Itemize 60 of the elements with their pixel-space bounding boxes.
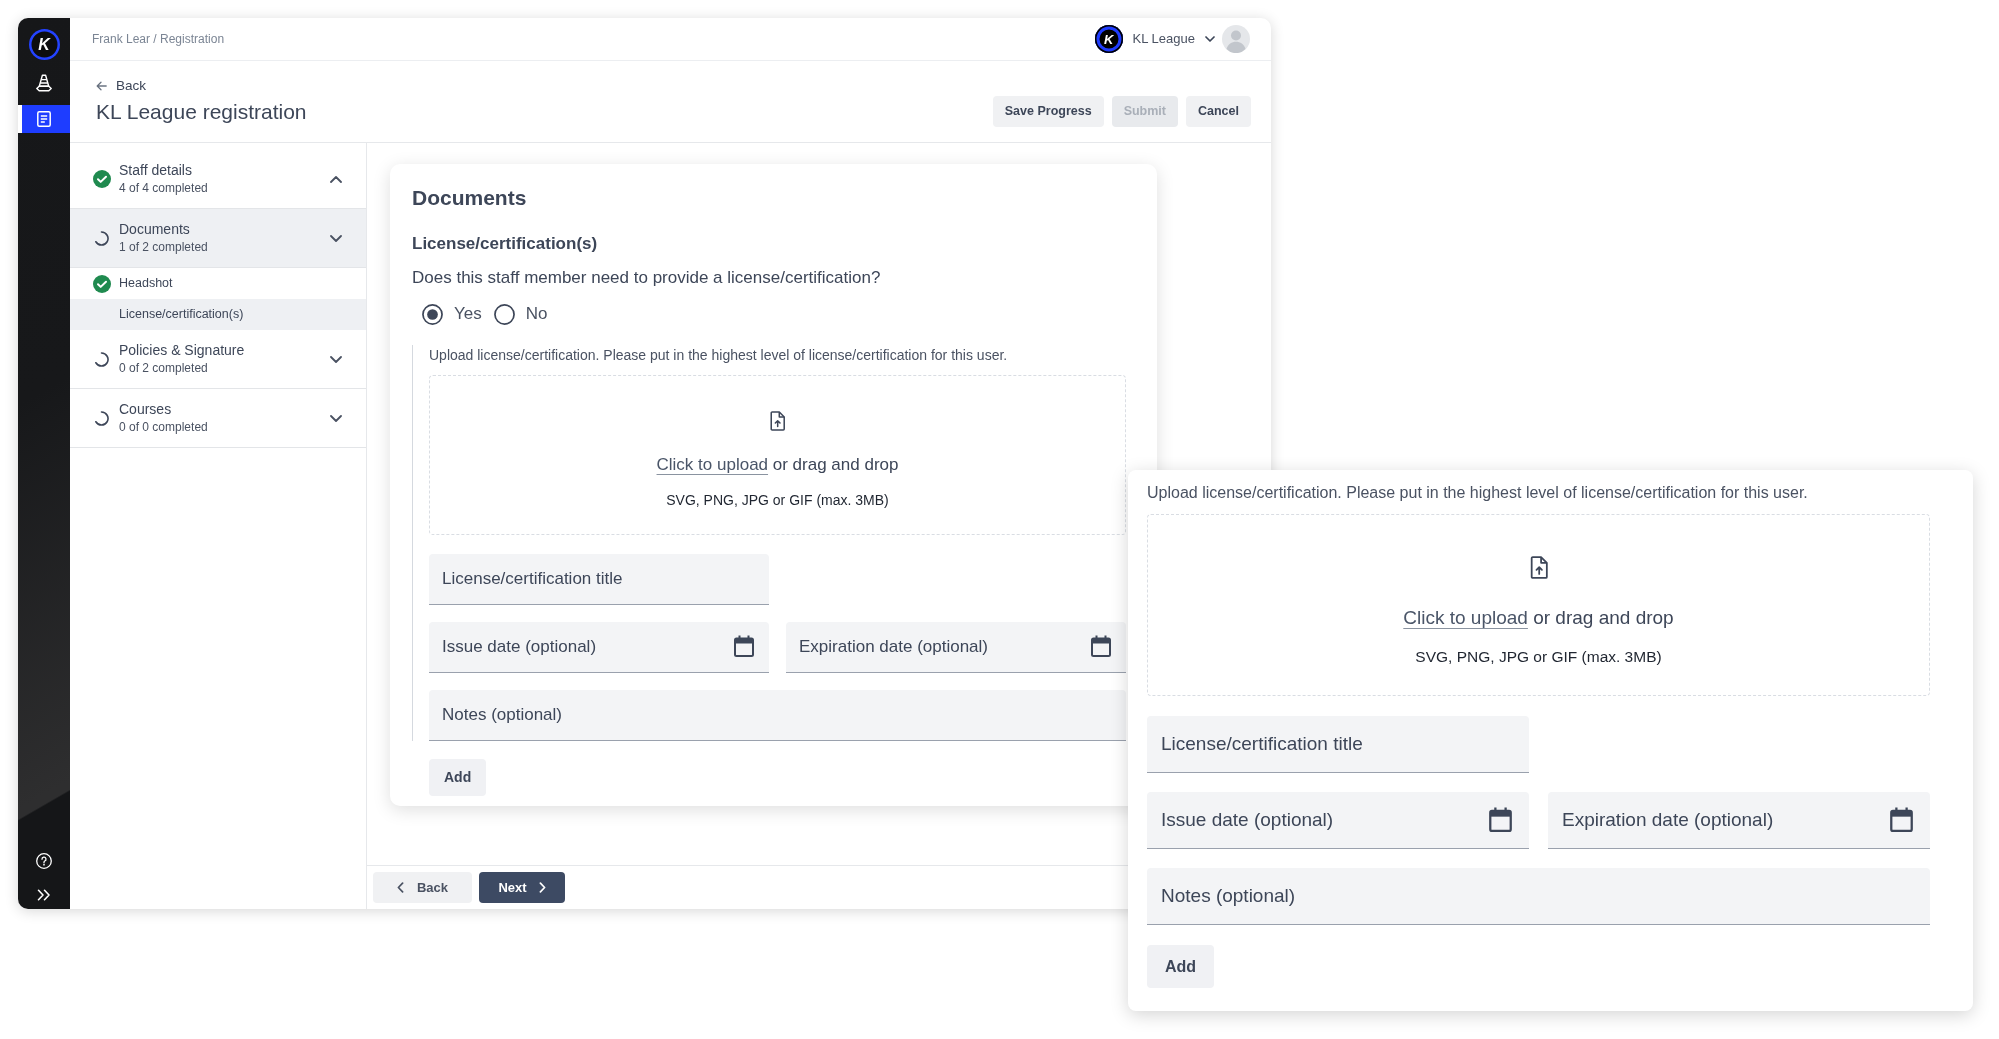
- action-button[interactable]: Cancel: [1186, 96, 1251, 127]
- breadcrumb: Frank Lear / Registration: [92, 31, 225, 48]
- file-upload-icon: [769, 411, 786, 431]
- calendar-icon[interactable]: [1090, 635, 1112, 657]
- back-link[interactable]: Back: [96, 77, 146, 95]
- radio-option[interactable]: Yes: [422, 302, 482, 326]
- upload-prompt: Click to upload or drag and drop: [1403, 606, 1674, 630]
- date-field[interactable]: Issue date (optional): [429, 622, 769, 673]
- caret-icon: [1205, 36, 1215, 42]
- notes-field[interactable]: Notes (optional): [429, 690, 1126, 741]
- chevron-right-icon: [538, 882, 546, 893]
- cone-icon: [36, 74, 52, 92]
- date-field[interactable]: Expiration date (optional): [786, 622, 1126, 673]
- rail-item[interactable]: [18, 105, 70, 133]
- back-button[interactable]: Back: [373, 872, 472, 903]
- page-title: KL League registration: [96, 99, 307, 125]
- section-title: License/certification(s): [412, 233, 598, 255]
- help-icon[interactable]: [36, 853, 52, 869]
- step-item[interactable]: Documents 1 of 2 completed: [70, 209, 366, 268]
- step-subtitle: 1 of 2 completed: [119, 239, 208, 256]
- calendar-icon[interactable]: [733, 635, 755, 657]
- calendar-icon[interactable]: [1488, 807, 1513, 832]
- upload-instructions: Upload license/certification. Please put in the highest level of license/certification for this user.: [1147, 483, 1808, 503]
- radio-option[interactable]: No: [493, 302, 548, 326]
- upload-link[interactable]: Click to upload: [1403, 607, 1528, 628]
- file-upload-icon: [1528, 556, 1549, 579]
- question-text: Does this staff member need to provide a license/certification?: [412, 267, 881, 289]
- org-switcher[interactable]: KL League: [1132, 29, 1215, 49]
- card-heading: Documents: [412, 185, 527, 211]
- date-field[interactable]: Expiration date (optional): [1548, 792, 1930, 849]
- next-button[interactable]: Next: [479, 872, 565, 903]
- upload-link[interactable]: Click to upload: [656, 455, 769, 474]
- upload-dropzone[interactable]: Click to upload or drag and drop SVG, PNG, JPG or GIF (max. 3MB): [429, 375, 1126, 535]
- league-logo: K: [1094, 25, 1123, 53]
- file-formats: SVG, PNG, JPG or GIF (max. 3MB): [666, 491, 889, 510]
- add-button[interactable]: Add: [1147, 945, 1215, 988]
- step-title: Staff details: [119, 161, 192, 180]
- upload-instructions: Upload license/certification. Please put in the highest level of license/certification for this user.: [429, 346, 1008, 365]
- step-subtitle: 0 of 2 completed: [119, 360, 208, 377]
- upload-prompt: Click to upload or drag and drop: [656, 454, 899, 476]
- chevron-left-icon: [396, 882, 404, 893]
- step-subtitle: 4 of 4 completed: [119, 180, 208, 197]
- upload-dropzone[interactable]: Click to upload or drag and drop SVG, PNG, JPG or GIF (max. 3MB): [1147, 514, 1930, 696]
- action-button[interactable]: Save Progress: [992, 96, 1104, 127]
- date-field[interactable]: Issue date (optional): [1147, 792, 1529, 849]
- file-formats: SVG, PNG, JPG or GIF (max. 3MB): [1415, 647, 1662, 667]
- app-logo: K: [28, 29, 60, 60]
- step-title: Documents: [119, 220, 190, 239]
- text-field[interactable]: License/certification title: [429, 554, 769, 605]
- text-field[interactable]: License/certification title: [1147, 716, 1529, 773]
- double-chevron-icon[interactable]: [37, 889, 51, 901]
- arrow-left-icon: [96, 81, 107, 91]
- step-title: Policies & Signature: [119, 341, 245, 360]
- calendar-icon[interactable]: [1889, 807, 1914, 832]
- add-button[interactable]: Add: [429, 759, 487, 796]
- step-subtitle: 0 of 0 completed: [119, 419, 208, 436]
- step-title: Courses: [119, 400, 172, 419]
- notes-field[interactable]: Notes (optional): [1147, 868, 1930, 925]
- substep-item[interactable]: License/certification(s): [70, 299, 366, 330]
- document-icon: [37, 111, 51, 127]
